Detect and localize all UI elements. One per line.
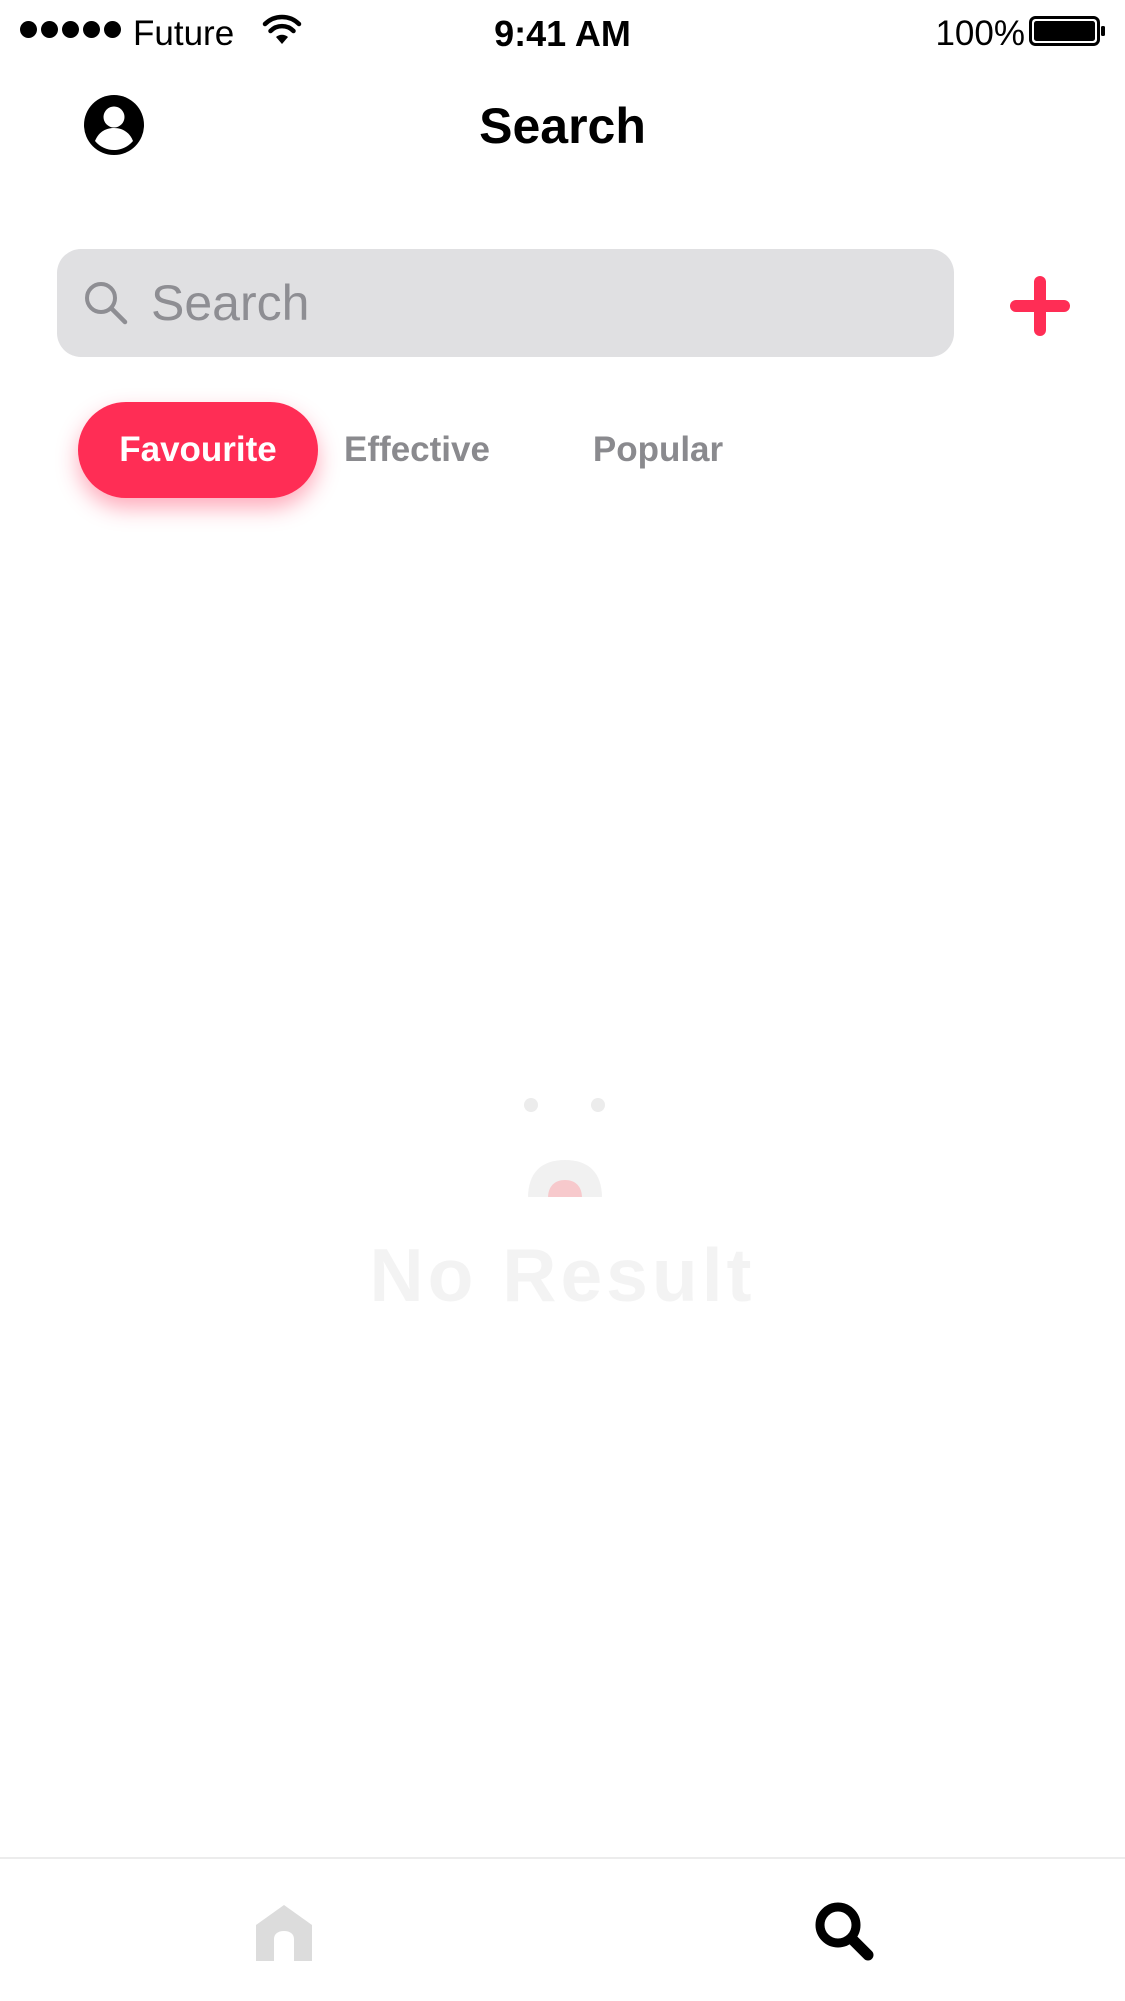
search-icon <box>85 282 128 325</box>
plus-icon <box>1010 276 1070 336</box>
add-button[interactable] <box>1004 270 1076 342</box>
home-icon[interactable] <box>252 1899 316 1963</box>
status-bar: Future 9:41 AM 100% <box>0 0 1125 66</box>
navigation-bar: Search <box>0 66 1125 186</box>
bottom-tab-bar <box>0 1857 1125 2001</box>
battery-icon <box>1029 16 1105 46</box>
search-tab-icon[interactable] <box>812 1899 876 1963</box>
tab-effective[interactable]: Effective <box>318 402 516 498</box>
search-field[interactable] <box>57 249 954 357</box>
search-input[interactable] <box>151 249 931 357</box>
sad-face-icon <box>512 1098 612 1200</box>
battery-percentage: 100% <box>935 14 1025 53</box>
no-result-message: No Result <box>369 1233 756 1317</box>
page-title: Search <box>479 98 646 154</box>
tab-favourite[interactable]: Favourite <box>78 402 318 498</box>
empty-state: No Result <box>0 1070 1125 1330</box>
tab-popular[interactable]: Popular <box>558 402 758 498</box>
